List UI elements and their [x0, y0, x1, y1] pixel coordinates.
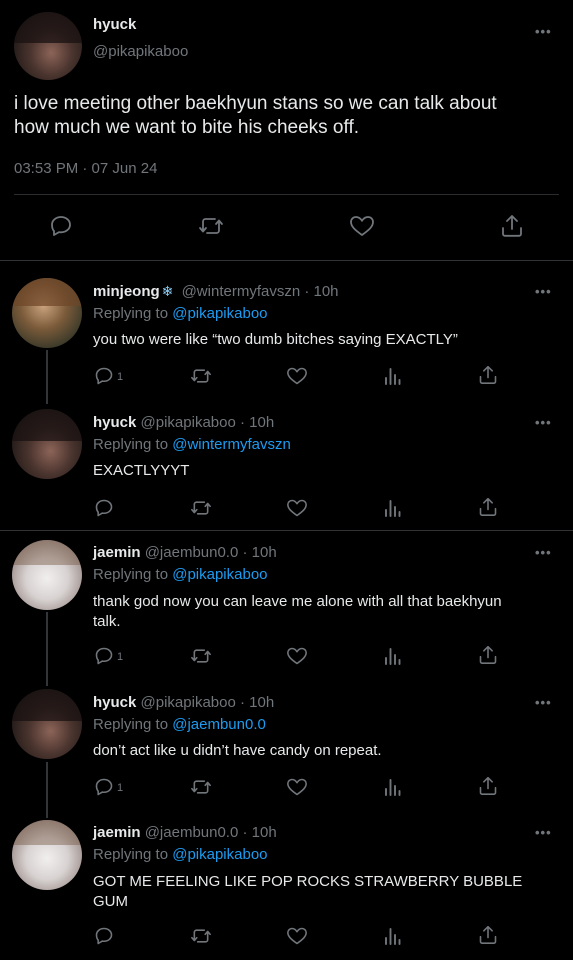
retweet-icon[interactable] [190, 777, 212, 797]
analytics-icon[interactable] [384, 366, 402, 386]
replying-to-link[interactable]: @wintermyfavszn [172, 436, 291, 453]
like-icon[interactable] [286, 926, 308, 946]
reply-count: 1 [117, 651, 124, 663]
snowflake-badge-icon: ❄ [161, 283, 174, 299]
retweet-icon[interactable] [190, 646, 212, 666]
replying-to-label: Replying to [93, 566, 169, 583]
more-icon[interactable]: ••• [535, 545, 552, 560]
tweet-text-line: how much we want to bite his cheeks off. [14, 117, 359, 138]
author-handle[interactable]: @pikapikaboo [93, 43, 188, 60]
retweet-icon[interactable] [190, 366, 212, 386]
like-icon[interactable] [286, 646, 308, 666]
reply-icon[interactable]: 1 [94, 646, 123, 666]
author-name[interactable]: hyuck [93, 16, 136, 33]
replying-to-label: Replying to [93, 716, 169, 733]
author-handle-time[interactable]: @pikapikaboo · 10h [141, 414, 275, 431]
author-handle-time[interactable]: @pikapikaboo · 10h [141, 694, 275, 711]
reply-text: you two were like “two dumb bitches sayi… [93, 331, 458, 348]
reply-text-line: GOT ME FEELING LIKE POP ROCKS STRAWBERRY… [93, 873, 523, 890]
share-icon[interactable] [478, 496, 498, 518]
more-icon[interactable]: ••• [535, 825, 552, 840]
reply-text: EXACTLYYYT [93, 462, 190, 479]
reply-icon[interactable] [94, 926, 114, 946]
share-icon[interactable] [478, 924, 498, 946]
divider [0, 530, 573, 531]
reply-text-line: talk. [93, 613, 121, 630]
author-handle-time[interactable]: @wintermyfavszn · 10h [182, 283, 339, 300]
reply-header: jaemin @jaembun0.0 · 10h [93, 544, 277, 561]
reply-header: jaemin @jaembun0.0 · 10h [93, 824, 277, 841]
analytics-icon[interactable] [384, 646, 402, 666]
share-icon[interactable] [478, 644, 498, 666]
reply-icon[interactable] [94, 498, 114, 518]
share-icon[interactable] [500, 213, 524, 239]
like-icon[interactable] [349, 214, 375, 238]
tweet-timestamp[interactable]: 03:53 PM · 07 Jun 24 [14, 160, 157, 177]
reply-text-line: GUM [93, 893, 128, 910]
more-icon[interactable]: ••• [535, 24, 552, 39]
like-icon[interactable] [286, 777, 308, 797]
thread-line [46, 612, 48, 686]
replying-to: Replying to @pikapikaboo [93, 305, 268, 322]
analytics-icon[interactable] [384, 926, 402, 946]
replying-to: Replying to @pikapikaboo [93, 846, 268, 863]
reply-count: 1 [117, 371, 124, 383]
reply-count: 1 [117, 782, 124, 794]
reply-text: don’t act like u didn’t have candy on re… [93, 742, 382, 759]
reply-icon[interactable] [49, 214, 73, 238]
author-name[interactable]: minjeong [93, 283, 160, 300]
reply-icon[interactable]: 1 [94, 366, 123, 386]
author-name[interactable]: hyuck [93, 694, 136, 711]
replying-to-label: Replying to [93, 305, 169, 322]
replying-to-link[interactable]: @pikapikaboo [172, 566, 267, 583]
like-icon[interactable] [286, 498, 308, 518]
author-handle-time[interactable]: @jaembun0.0 · 10h [145, 824, 277, 841]
thread-line [46, 762, 48, 818]
reply-header: hyuck @pikapikaboo · 10h [93, 414, 274, 431]
more-icon[interactable]: ••• [535, 695, 552, 710]
reply-text: thank god now you can leave me alone wit… [93, 592, 502, 632]
replying-to-link[interactable]: @jaembun0.0 [172, 716, 266, 733]
retweet-icon[interactable] [190, 926, 212, 946]
author-name[interactable]: jaemin [93, 544, 141, 561]
replying-to: Replying to @wintermyfavszn [93, 436, 291, 453]
share-icon[interactable] [478, 364, 498, 386]
avatar[interactable] [12, 820, 82, 890]
share-icon[interactable] [478, 775, 498, 797]
reply-text: GOT ME FEELING LIKE POP ROCKS STRAWBERRY… [93, 872, 522, 912]
replying-to-label: Replying to [93, 436, 169, 453]
thread-line [46, 350, 48, 404]
author-name[interactable]: hyuck [93, 414, 136, 431]
reply-header: minjeong ❄ @wintermyfavszn · 10h [93, 283, 339, 300]
more-icon[interactable]: ••• [535, 284, 552, 299]
reply-text-line: thank god now you can leave me alone wit… [93, 593, 502, 610]
analytics-icon[interactable] [384, 777, 402, 797]
replying-to-link[interactable]: @pikapikaboo [172, 305, 267, 322]
replying-to: Replying to @jaembun0.0 [93, 716, 266, 733]
reply-header: hyuck @pikapikaboo · 10h [93, 694, 274, 711]
more-icon[interactable]: ••• [535, 415, 552, 430]
tweet-text: i love meeting other baekhyun stans so w… [14, 92, 497, 140]
retweet-icon[interactable] [198, 214, 224, 238]
divider [14, 194, 559, 195]
replying-to: Replying to @pikapikaboo [93, 566, 268, 583]
analytics-icon[interactable] [384, 498, 402, 518]
avatar[interactable] [12, 278, 82, 348]
replying-to-label: Replying to [93, 846, 169, 863]
replying-to-link[interactable]: @pikapikaboo [172, 846, 267, 863]
like-icon[interactable] [286, 366, 308, 386]
avatar[interactable] [12, 409, 82, 479]
tweet-text-line: i love meeting other baekhyun stans so w… [14, 93, 497, 114]
avatar[interactable] [14, 12, 82, 80]
avatar[interactable] [12, 540, 82, 610]
divider [0, 260, 573, 261]
author-handle-time[interactable]: @jaembun0.0 · 10h [145, 544, 277, 561]
author-name[interactable]: jaemin [93, 824, 141, 841]
avatar[interactable] [12, 689, 82, 759]
reply-icon[interactable]: 1 [94, 777, 123, 797]
retweet-icon[interactable] [190, 498, 212, 518]
